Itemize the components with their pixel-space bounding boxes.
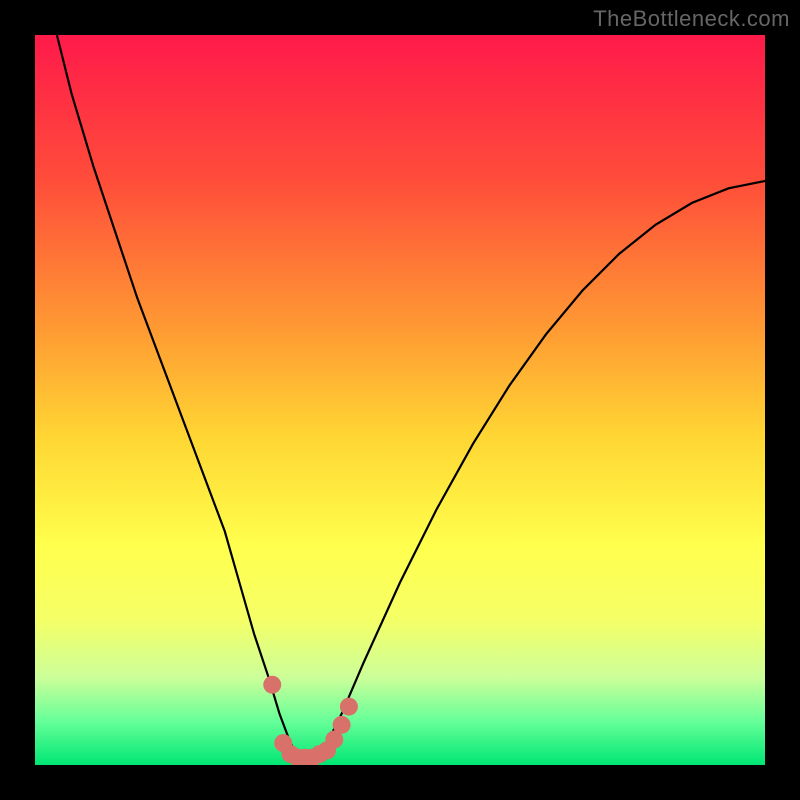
chart-frame: TheBottleneck.com [0,0,800,800]
chart-svg [35,35,765,765]
dot-highlight-dots [340,698,358,716]
dot-highlight-dots [263,676,281,694]
gradient-background [35,35,765,765]
plot-area [35,35,765,765]
watermark-text: TheBottleneck.com [593,6,790,32]
dot-highlight-dots [333,716,351,734]
